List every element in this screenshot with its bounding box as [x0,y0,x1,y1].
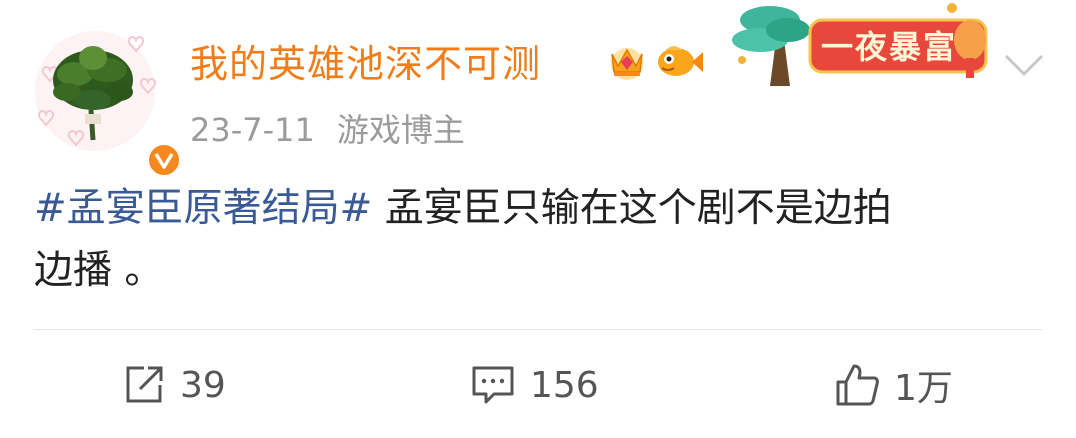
post-date: 23-7-11 [190,111,315,149]
avatar [53,46,133,141]
like-button[interactable]: 1万 [834,356,953,414]
post-source: 游戏博主 [336,111,465,149]
post-body-line1: 孟宴臣只输在这个剧不是边拍 [372,186,892,231]
fish-icon[interactable] [652,40,704,82]
comment-icon [472,366,514,404]
divider [34,329,1042,330]
topic-link[interactable]: #孟宴臣原著结局# [34,186,372,231]
comment-button[interactable]: 156 [470,356,599,414]
promo-label[interactable]: 一夜暴富 [819,26,959,68]
crown-icon[interactable] [606,40,648,82]
like-count: 1万 [894,368,953,409]
comment-count: 156 [530,364,599,406]
post-content: #孟宴臣原著结局# 孟宴臣只输在这个剧不是边拍 边播 。 [34,178,1034,302]
post-body-line2: 边播 。 [34,248,164,293]
username[interactable]: 我的英雄池深不可测 [190,38,541,90]
post-meta: 23-7-11 游戏博主 [190,108,465,152]
repost-icon [126,366,163,403]
chevron-down-icon[interactable] [1000,48,1048,80]
repost-count: 39 [180,364,226,406]
repost-button[interactable]: 39 [122,356,226,414]
verified-v-icon [146,142,182,178]
thumbs-up-icon [836,364,879,406]
avatar-container[interactable] [30,26,182,178]
